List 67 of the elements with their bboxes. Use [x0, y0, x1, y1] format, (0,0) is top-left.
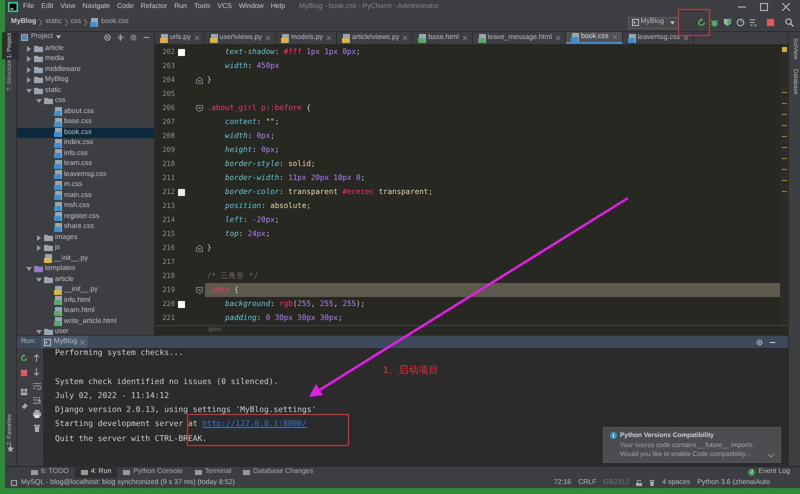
tool-window-icon [123, 469, 130, 476]
close-icon [266, 36, 270, 40]
caret-icon [670, 20, 675, 24]
close-icon [462, 36, 467, 40]
caret-icon[interactable] [56, 35, 61, 40]
rerun-icon[interactable] [20, 354, 28, 362]
chevron-icon[interactable] [768, 454, 774, 458]
color-swatch[interactable] [178, 188, 185, 196]
search-icon[interactable] [785, 18, 794, 27]
color-swatch[interactable] [178, 48, 185, 56]
highlight-frame [678, 9, 710, 36]
close-icon[interactable] [782, 3, 790, 11]
file-icon [90, 18, 98, 27]
file-icon [418, 34, 426, 42]
stop-icon[interactable] [20, 369, 28, 377]
chevron-icon [84, 19, 88, 26]
trash-icon[interactable] [649, 480, 656, 486]
collapse-icon[interactable] [117, 34, 124, 41]
info-icon [610, 432, 617, 440]
close-icon [326, 36, 331, 40]
close-icon [612, 35, 617, 39]
scroll-end-icon[interactable] [32, 396, 40, 404]
annotation-label: 1、启动项目 [383, 364, 439, 378]
console-icon [632, 19, 639, 26]
crosshair-icon[interactable] [104, 34, 111, 41]
file-icon [281, 34, 290, 42]
bug-icon[interactable] [710, 18, 719, 27]
file-icon [478, 34, 486, 42]
settings-icon[interactable] [756, 338, 763, 346]
tool-window-icon [31, 469, 38, 476]
tool-window-icon [194, 469, 202, 476]
panel-icon [21, 34, 28, 41]
file-icon [570, 32, 579, 42]
shield-icon[interactable] [723, 18, 732, 27]
rerun-icon[interactable] [697, 18, 706, 27]
layout-icon[interactable] [20, 388, 28, 396]
stop-icon[interactable] [766, 18, 775, 27]
list-run-icon[interactable] [749, 18, 758, 27]
maximize-icon[interactable] [760, 3, 768, 11]
app-logo-icon [8, 2, 18, 12]
star-icon [7, 445, 14, 452]
lock-icon[interactable] [636, 480, 642, 486]
close-icon [556, 36, 560, 40]
file-icon [160, 34, 168, 42]
file-icon [44, 254, 52, 264]
close-icon [194, 36, 199, 40]
file-icon [210, 34, 218, 42]
gauge-icon[interactable] [736, 18, 745, 27]
file-icon [628, 34, 636, 42]
close-icon [403, 36, 408, 40]
panel-toggle-icon[interactable] [11, 480, 17, 486]
close-icon [684, 36, 688, 40]
console-icon [44, 338, 51, 346]
print-icon[interactable] [32, 410, 40, 418]
tool-window-icon [243, 469, 250, 476]
file-icon [342, 34, 350, 42]
wrap-icon[interactable] [32, 382, 40, 390]
pin-icon[interactable] [20, 403, 28, 411]
trash-icon[interactable] [32, 424, 40, 432]
color-swatch[interactable] [178, 300, 185, 308]
tool-window-icon [80, 469, 88, 476]
up-arrow-icon[interactable] [33, 354, 40, 362]
inspection-marker [782, 47, 786, 52]
settings-icon[interactable] [130, 34, 137, 41]
chevron-icon [64, 19, 68, 26]
down-arrow-icon[interactable] [33, 368, 40, 376]
chevron-icon [39, 19, 42, 26]
